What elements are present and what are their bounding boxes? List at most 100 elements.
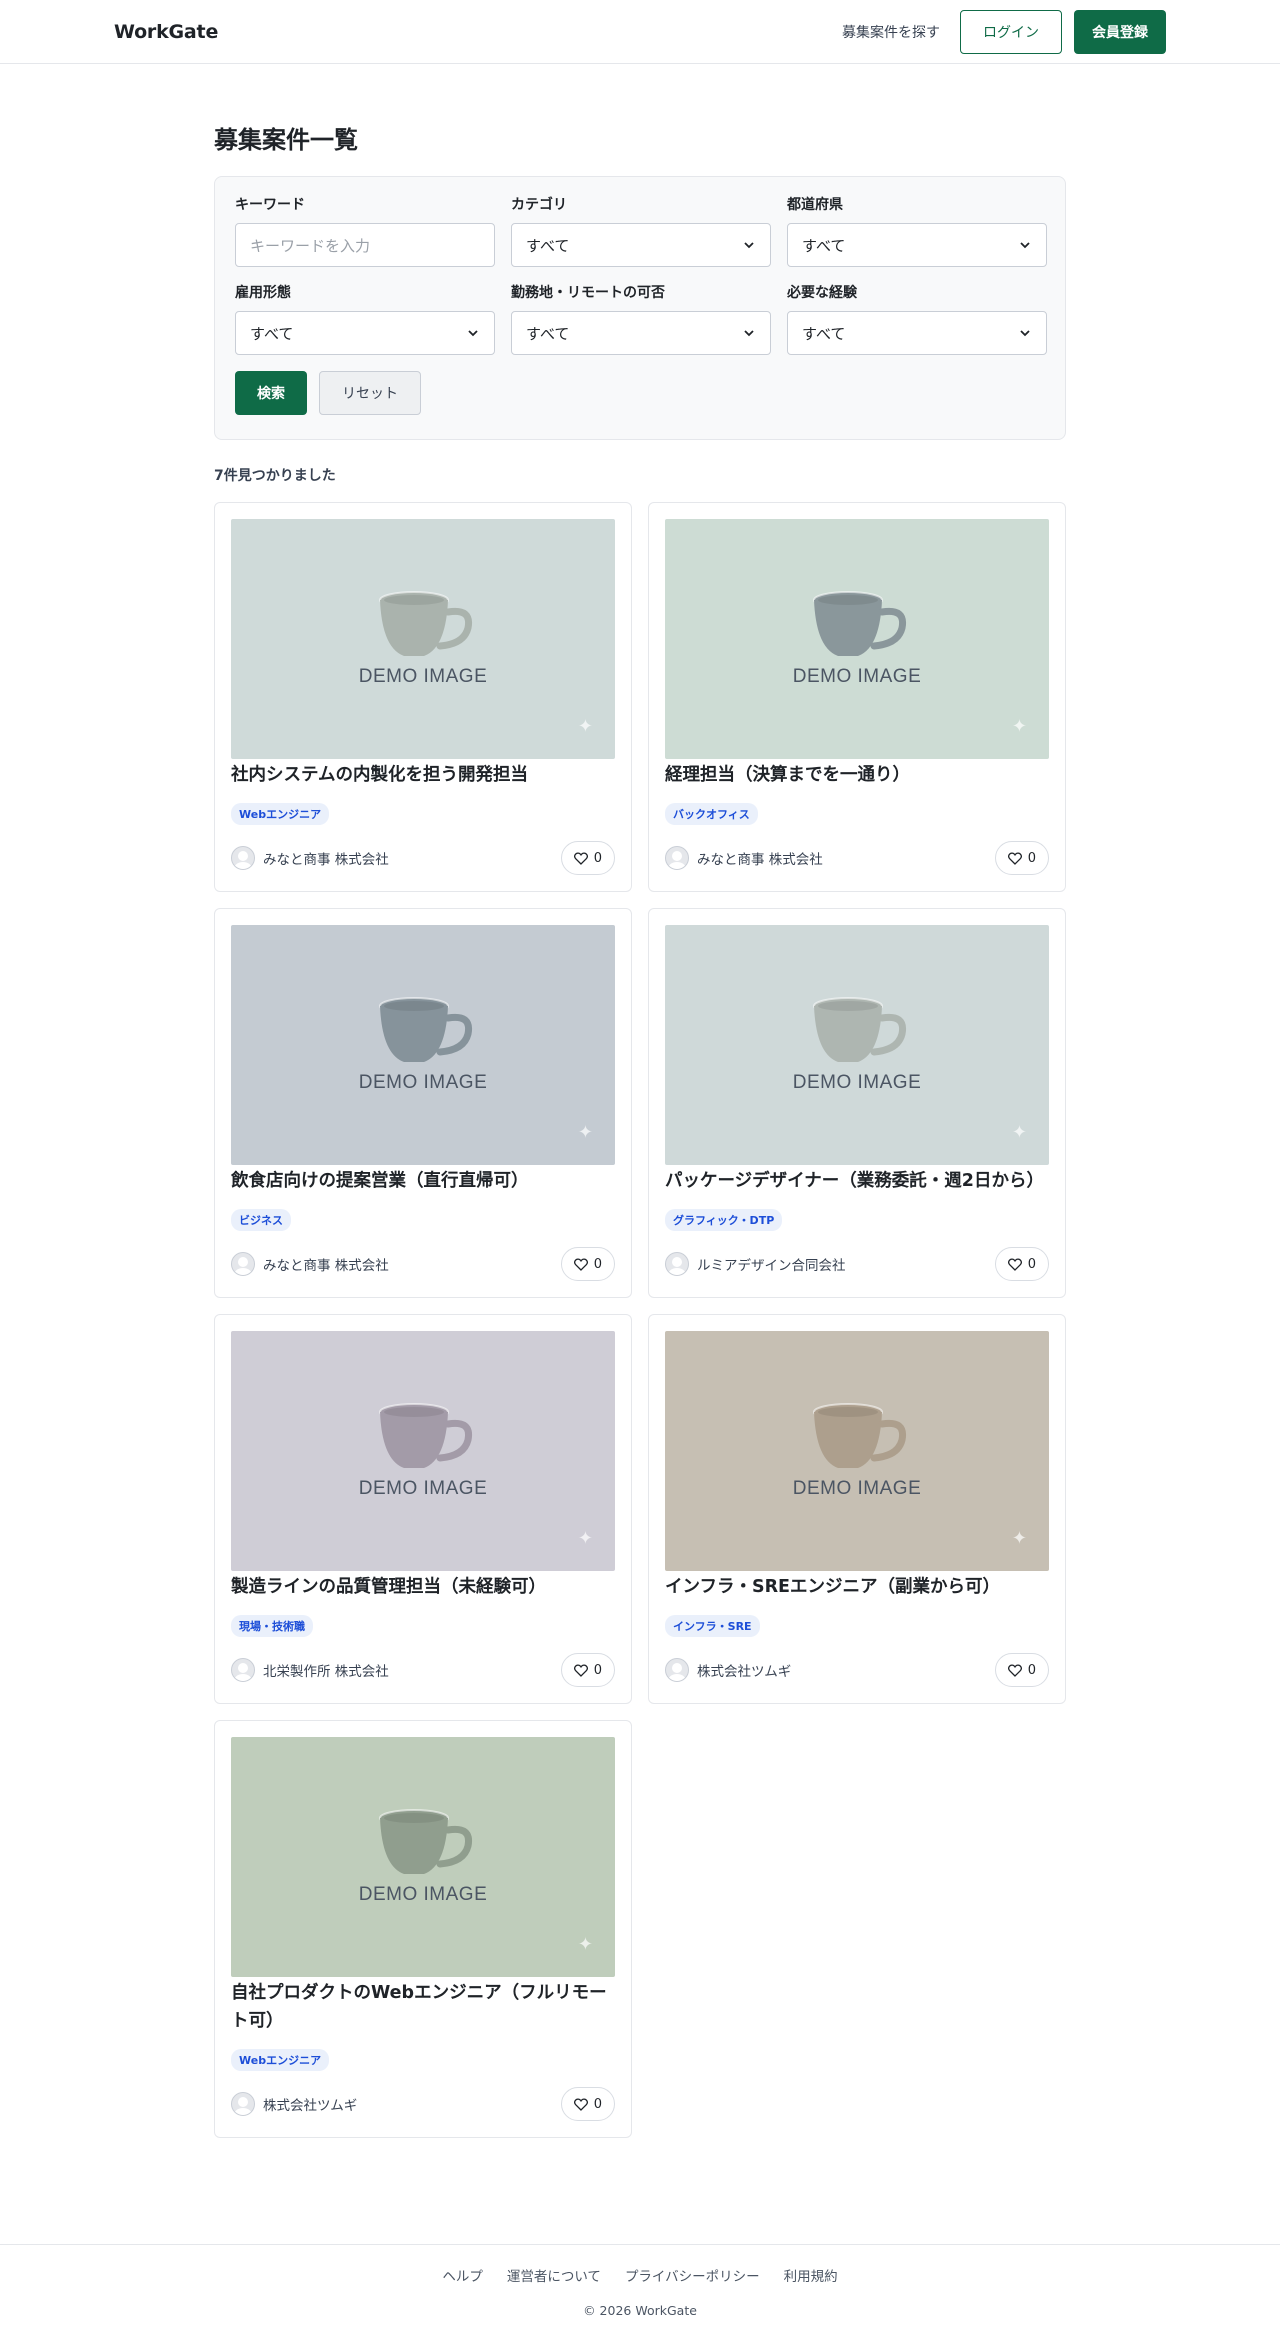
coffee-cup-icon <box>813 997 907 1062</box>
sparkle-icon: ✦ <box>577 716 593 737</box>
company-name: ルミアデザイン合同会社 <box>697 1258 846 1274</box>
remote-select[interactable]: すべて <box>511 311 771 355</box>
footer-links: ヘルプ 運営者について プライバシーポリシー 利用規約 <box>442 2265 837 2285</box>
select-value: すべて <box>802 236 846 255</box>
job-title[interactable]: 経理担当（決算までを一通り） <box>665 761 1049 789</box>
job-thumbnail: DEMO IMAGE ✦ <box>231 519 615 759</box>
sparkle-icon: ✦ <box>1011 1528 1027 1549</box>
filter-panel: キーワード キーワードを入力 カテゴリ すべて 都道府県 すべて 雇用形態 すべ… <box>214 176 1066 440</box>
job-card-grid: DEMO IMAGE ✦ 社内システムの内製化を担う開発担当 Webエンジニア … <box>214 502 1066 2138</box>
filter-remote: 勤務地・リモートの可否 すべて <box>511 285 771 355</box>
job-title[interactable]: パッケージデザイナー（業務委託・週2日から） <box>665 1167 1049 1195</box>
company-info: みなと商事 株式会社 <box>665 846 823 870</box>
filter-label: 勤務地・リモートの可否 <box>511 285 665 301</box>
like-button[interactable]: 0 <box>560 841 615 875</box>
like-count: 0 <box>1027 1662 1036 1678</box>
footer-link[interactable]: ヘルプ <box>442 2265 483 2285</box>
company-info: ルミアデザイン合同会社 <box>665 1252 846 1276</box>
card-footer: ルミアデザイン合同会社 0 <box>665 1247 1049 1281</box>
filter-category: カテゴリ すべて <box>511 197 771 267</box>
company-name: みなと商事 株式会社 <box>263 1258 389 1274</box>
job-card[interactable]: DEMO IMAGE ✦ 飲食店向けの提案営業（直行直帰可） ビジネス みなと商… <box>214 908 632 1298</box>
avatar-icon <box>231 846 255 870</box>
company-name: みなと商事 株式会社 <box>263 852 389 868</box>
job-title[interactable]: 製造ラインの品質管理担当（未経験可） <box>231 1573 615 1601</box>
job-card[interactable]: DEMO IMAGE ✦ 社内システムの内製化を担う開発担当 Webエンジニア … <box>214 502 632 892</box>
card-footer: 株式会社ツムギ 0 <box>665 1653 1049 1687</box>
job-card[interactable]: DEMO IMAGE ✦ パッケージデザイナー（業務委託・週2日から） グラフィ… <box>648 908 1066 1298</box>
avatar-icon <box>231 2092 255 2116</box>
job-title[interactable]: インフラ・SREエンジニア（副業から可） <box>665 1573 1049 1601</box>
category-tag: グラフィック・DTP <box>665 1209 783 1231</box>
demo-image-label: DEMO IMAGE <box>358 666 488 687</box>
select-value: すべて <box>250 324 294 343</box>
job-thumbnail: DEMO IMAGE ✦ <box>231 1737 615 1977</box>
like-count: 0 <box>593 1256 602 1272</box>
heart-icon <box>1007 1663 1022 1677</box>
chevron-down-icon <box>1020 242 1030 249</box>
job-card[interactable]: DEMO IMAGE ✦ 自社プロダクトのWebエンジニア（フルリモート可） W… <box>214 1720 632 2138</box>
heart-icon <box>1007 1257 1022 1271</box>
job-card[interactable]: DEMO IMAGE ✦ 経理担当（決算までを一通り） バックオフィス みなと商… <box>648 502 1066 892</box>
login-button[interactable]: ログイン <box>960 9 1062 54</box>
company-info: 株式会社ツムギ <box>231 2092 357 2116</box>
job-title[interactable]: 自社プロダクトのWebエンジニア（フルリモート可） <box>231 1979 615 2035</box>
job-card[interactable]: DEMO IMAGE ✦ 製造ラインの品質管理担当（未経験可） 現場・技術職 北… <box>214 1314 632 1704</box>
demo-image-label: DEMO IMAGE <box>792 666 922 687</box>
coffee-cup-icon <box>379 997 473 1062</box>
like-button[interactable]: 0 <box>560 1247 615 1281</box>
heart-icon <box>573 851 588 865</box>
like-count: 0 <box>593 1662 602 1678</box>
like-count: 0 <box>593 850 602 866</box>
like-count: 0 <box>593 2096 602 2112</box>
demo-image-label: DEMO IMAGE <box>358 1072 488 1093</box>
nav-find-jobs-link[interactable]: 募集案件を探す <box>842 22 940 42</box>
filter-label: 雇用形態 <box>235 285 291 301</box>
filter-keyword: キーワード キーワードを入力 <box>235 197 495 267</box>
keyword-input[interactable]: キーワードを入力 <box>235 223 495 267</box>
like-button[interactable]: 0 <box>560 1653 615 1687</box>
experience-select[interactable]: すべて <box>787 311 1047 355</box>
search-button[interactable]: 検索 <box>235 371 307 415</box>
card-footer: 北栄製作所 株式会社 0 <box>231 1653 615 1687</box>
job-title[interactable]: 飲食店向けの提案営業（直行直帰可） <box>231 1167 615 1195</box>
coffee-cup-icon <box>813 591 907 656</box>
filter-employment: 雇用形態 すべて <box>235 285 495 355</box>
coffee-cup-icon <box>379 591 473 656</box>
like-count: 0 <box>1027 1256 1036 1272</box>
avatar-icon <box>665 1252 689 1276</box>
copyright: © 2026 WorkGate <box>583 2303 697 2318</box>
register-button[interactable]: 会員登録 <box>1074 9 1166 54</box>
filter-label: 必要な経験 <box>787 285 857 301</box>
employment-select[interactable]: すべて <box>235 311 495 355</box>
filter-label: カテゴリ <box>511 197 567 213</box>
demo-image-label: DEMO IMAGE <box>358 1884 488 1905</box>
job-title[interactable]: 社内システムの内製化を担う開発担当 <box>231 761 615 789</box>
job-thumbnail: DEMO IMAGE ✦ <box>665 925 1049 1165</box>
like-button[interactable]: 0 <box>560 2087 615 2121</box>
footer-link[interactable]: 運営者について <box>507 2265 601 2285</box>
category-select[interactable]: すべて <box>511 223 771 267</box>
demo-image-label: DEMO IMAGE <box>358 1478 488 1499</box>
job-thumbnail: DEMO IMAGE ✦ <box>665 519 1049 759</box>
filter-experience: 必要な経験 すべて <box>787 285 1047 355</box>
coffee-cup-icon <box>813 1403 907 1468</box>
site-header: WorkGate 募集案件を探す ログイン 会員登録 <box>0 0 1280 64</box>
company-info: 株式会社ツムギ <box>665 1658 791 1682</box>
job-card[interactable]: DEMO IMAGE ✦ インフラ・SREエンジニア（副業から可） インフラ・S… <box>648 1314 1066 1704</box>
prefecture-select[interactable]: すべて <box>787 223 1047 267</box>
company-info: 北栄製作所 株式会社 <box>231 1658 389 1682</box>
like-button[interactable]: 0 <box>994 1247 1049 1281</box>
chevron-down-icon <box>744 330 754 337</box>
chevron-down-icon <box>1020 330 1030 337</box>
like-button[interactable]: 0 <box>994 1653 1049 1687</box>
like-button[interactable]: 0 <box>994 841 1049 875</box>
reset-button[interactable]: リセット <box>319 371 421 415</box>
sparkle-icon: ✦ <box>577 1528 593 1549</box>
demo-image-label: DEMO IMAGE <box>792 1478 922 1499</box>
logo[interactable]: WorkGate <box>114 21 218 43</box>
coffee-cup-icon <box>379 1809 473 1874</box>
footer-link[interactable]: 利用規約 <box>784 2265 838 2285</box>
card-footer: みなと商事 株式会社 0 <box>231 841 615 875</box>
footer-link[interactable]: プライバシーポリシー <box>625 2265 760 2285</box>
